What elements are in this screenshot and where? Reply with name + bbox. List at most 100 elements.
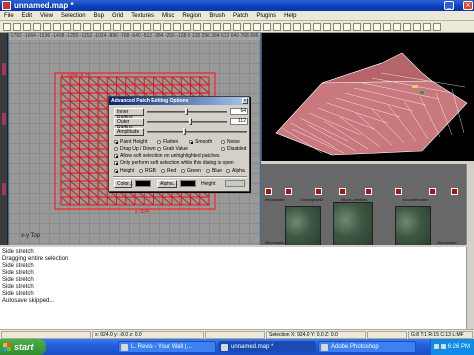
texture-browser[interactable]: t/floorwater t/orangeset2 t/floor_pebble… [261, 161, 474, 245]
toolbar-button[interactable] [323, 23, 331, 31]
toolbar-button[interactable] [183, 23, 191, 31]
alpha-button[interactable]: Alpha... [157, 180, 177, 188]
toolbar-marker[interactable] [2, 113, 6, 125]
toolbar-button[interactable] [343, 23, 351, 31]
channel-alpha[interactable]: Alpha [226, 168, 245, 174]
mode-grab-value[interactable]: Grab Value [157, 146, 188, 152]
toolbar-button[interactable] [33, 23, 41, 31]
toolbar-button[interactable] [133, 23, 141, 31]
toolbar-button[interactable] [13, 23, 21, 31]
toolbar-button[interactable] [253, 23, 261, 31]
toolbar-button[interactable] [353, 23, 361, 31]
texture-swatch[interactable] [451, 188, 458, 195]
menu-plugins[interactable]: Plugins [252, 11, 280, 21]
tray-icon[interactable] [434, 344, 439, 349]
alpha-swatch[interactable] [180, 180, 196, 187]
console-scrollbar[interactable] [466, 247, 474, 329]
amplitude-slider[interactable] [183, 128, 186, 135]
menu-patch[interactable]: Patch [229, 11, 252, 21]
toolbar-button[interactable] [213, 23, 221, 31]
mode-disabled[interactable]: Disabled [221, 146, 246, 152]
toolbar-button[interactable] [163, 23, 171, 31]
toolbar-marker[interactable] [2, 183, 6, 195]
menu-help[interactable]: Help [280, 11, 300, 21]
toolbar-button[interactable] [43, 23, 51, 31]
texture-tile[interactable] [333, 202, 373, 245]
texture-swatch[interactable] [365, 188, 372, 195]
toolbar-button[interactable] [333, 23, 341, 31]
toolbar-button[interactable] [283, 23, 291, 31]
toolbar-button[interactable] [243, 23, 251, 31]
toolbar-button[interactable] [123, 23, 131, 31]
menu-misc[interactable]: Misc [158, 11, 178, 21]
color-swatch[interactable] [135, 180, 151, 187]
toolbar-button[interactable] [363, 23, 371, 31]
menu-textures[interactable]: Textures [127, 11, 158, 21]
toolbar-button[interactable] [313, 23, 321, 31]
menu-region[interactable]: Region [178, 11, 205, 21]
toolbar-button[interactable] [433, 23, 441, 31]
start-button[interactable]: start [0, 339, 46, 355]
amplitude-button[interactable]: Amplitude [114, 128, 144, 136]
texture-swatch[interactable] [315, 188, 322, 195]
channel-height[interactable]: Height [114, 168, 134, 174]
outer-radius-track[interactable] [147, 121, 227, 123]
soft-selection-checkbox[interactable]: Allow soft selection on unhighlighted pa… [114, 153, 220, 159]
toolbar-button[interactable] [143, 23, 151, 31]
texture-swatch[interactable] [395, 188, 402, 195]
toolbar-button[interactable] [373, 23, 381, 31]
texture-swatch[interactable] [285, 188, 292, 195]
outer-radius-button[interactable]: Outer Radius [114, 118, 144, 131]
toolbar-button[interactable] [393, 23, 401, 31]
texture-swatch[interactable] [265, 188, 272, 195]
texture-swatch[interactable] [429, 188, 436, 195]
menu-grid[interactable]: Grid [108, 11, 127, 21]
menu-file[interactable]: File [0, 11, 18, 21]
close-button[interactable]: × [463, 1, 473, 10]
toolbar-button[interactable] [63, 23, 71, 31]
channel-blue[interactable]: Blue [206, 168, 222, 174]
toolbar-button[interactable] [273, 23, 281, 31]
toolbar-button[interactable] [223, 23, 231, 31]
toolbar-button[interactable] [3, 23, 11, 31]
taskbar-item[interactable]: Adobe Photoshop [318, 341, 416, 353]
inner-radius-button[interactable]: Inner Radius [114, 108, 144, 121]
taskbar-item-active[interactable]: unnamed.map * [218, 341, 316, 353]
mode-flatten[interactable]: Flatten [157, 139, 178, 145]
toolbar-button[interactable] [233, 23, 241, 31]
toolbar-button[interactable] [303, 23, 311, 31]
color-button[interactable]: Color... [114, 180, 133, 188]
toolbar-button[interactable] [383, 23, 391, 31]
toolbar-button[interactable] [153, 23, 161, 31]
channel-rgb[interactable]: RGB [139, 168, 156, 174]
inner-radius-value[interactable]: 64 [230, 108, 248, 115]
minimize-button[interactable]: _ [444, 1, 454, 10]
inner-radius-slider[interactable] [185, 108, 188, 115]
height-value[interactable] [225, 180, 245, 187]
menu-brush[interactable]: Brush [205, 11, 229, 21]
texture-swatch[interactable] [339, 188, 346, 195]
camera-view[interactable] [261, 33, 474, 161]
channel-red[interactable]: Red [161, 168, 176, 174]
toolbar-button[interactable] [403, 23, 411, 31]
mode-drag-up-down[interactable]: Drag Up / Down [114, 146, 156, 152]
toolbar-button[interactable] [103, 23, 111, 31]
outer-radius-value[interactable]: 112 [230, 118, 248, 125]
mode-smooth[interactable]: Smooth [189, 139, 212, 145]
toolbar-button[interactable] [53, 23, 61, 31]
taskbar-item[interactable]: L. Revis - Your Wall (... [118, 341, 216, 353]
menu-bsp[interactable]: Bsp [90, 11, 108, 21]
channel-green[interactable]: Green [181, 168, 201, 174]
texture-tile[interactable] [285, 206, 321, 245]
menu-selection[interactable]: Selection [57, 11, 90, 21]
toolbar-button[interactable] [23, 23, 31, 31]
toolbar-button[interactable] [173, 23, 181, 31]
amplitude-track[interactable] [147, 131, 247, 133]
toolbar-button[interactable] [73, 23, 81, 31]
toolbar-button[interactable] [293, 23, 301, 31]
menu-edit[interactable]: Edit [18, 11, 36, 21]
mode-paint-height[interactable]: Paint Height [114, 139, 147, 145]
only-dialog-open-checkbox[interactable]: Only perform soft selection while this d… [114, 160, 234, 166]
toolbar-button[interactable] [413, 23, 421, 31]
texture-scrollbar[interactable] [466, 164, 474, 245]
